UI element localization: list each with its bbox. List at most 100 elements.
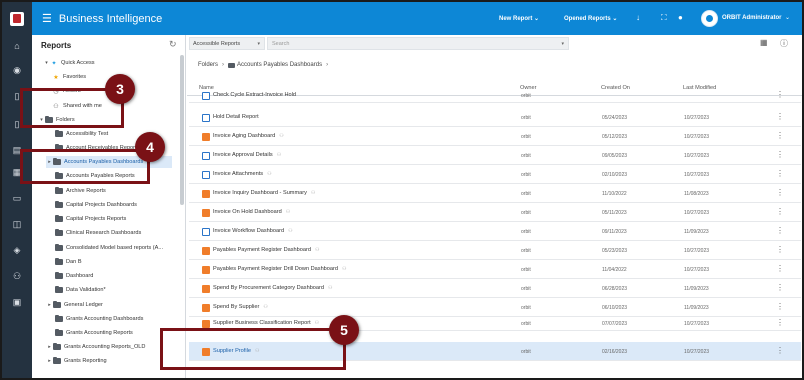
table-row[interactable]: Invoice On Hold Dashboard ⚇ orbit 05/11/2… <box>189 203 801 222</box>
dashboard-icon <box>202 133 210 141</box>
breadcrumb-current[interactable]: Accounts Payables Dashboards <box>237 62 322 68</box>
tree-item-folder[interactable]: Capital Projects Reports <box>55 213 182 225</box>
home-icon[interactable]: ⌂ <box>2 41 32 51</box>
row-owner: orbit <box>521 248 531 254</box>
caret-down-icon[interactable]: ▾ <box>43 60 50 66</box>
more-vert-icon[interactable]: ⋮ <box>776 90 784 99</box>
row-created: 02/10/2023 <box>602 172 628 178</box>
table-row[interactable]: Payables Payment Register Drill Down Das… <box>189 260 801 279</box>
bell-icon[interactable]: ● <box>678 13 683 22</box>
tree-item-folder[interactable]: Dan B <box>55 256 182 268</box>
more-vert-icon[interactable]: ⋮ <box>776 188 784 197</box>
tree-item-folder[interactable]: Data Validation* <box>55 284 182 296</box>
tree-item-label: Capital Projects Dashboards <box>66 202 137 208</box>
new-report-menu[interactable]: New Report ⌄ <box>499 15 539 22</box>
tree-item-folder[interactable]: ▸ General Ledger <box>46 299 182 311</box>
tree-item-folder[interactable]: Grants Accounting Dashboards <box>55 313 182 325</box>
users-icon[interactable]: ⚇ <box>2 271 32 282</box>
row-owner: orbit <box>521 134 531 140</box>
row-owner: orbit <box>521 191 531 197</box>
report-filter-select[interactable]: Accessible Reports ▾ <box>189 37 265 50</box>
report-icon[interactable]: ▣ <box>2 297 32 308</box>
more-vert-icon[interactable]: ⋮ <box>776 264 784 273</box>
layers-icon[interactable]: ◈ <box>2 245 32 256</box>
tree-item-folder[interactable]: Accessibility Test <box>55 128 182 140</box>
more-vert-icon[interactable]: ⋮ <box>776 302 784 311</box>
table-row[interactable]: Invoice Aging Dashboard ⚇ orbit 05/12/202… <box>189 127 801 146</box>
row-name[interactable]: Payables Payment Register Drill Down Das… <box>213 266 346 272</box>
row-name[interactable]: Invoice On Hold Dashboard ⚇ <box>213 209 290 215</box>
row-name[interactable]: Payables Payment Register Dashboard ⚇ <box>213 247 319 253</box>
tree-item-folder[interactable]: Consolidated Model based reports (A... <box>55 242 182 254</box>
row-name-text: Spend By Procurement Category Dashboard <box>213 285 325 291</box>
chevron-down-icon[interactable]: ⌄ <box>785 14 790 21</box>
row-created: 02/16/2023 <box>602 349 628 355</box>
folder-icon <box>55 229 63 236</box>
download-icon[interactable]: ↓ <box>636 13 640 22</box>
monitor-icon[interactable]: ▭ <box>2 193 32 204</box>
refresh-icon[interactable]: ↻ <box>169 39 177 50</box>
row-name[interactable]: Supplier Business Classification Report ⚇ <box>213 320 319 326</box>
caret-right-icon[interactable]: ▸ <box>46 344 53 350</box>
tree-scrollbar[interactable] <box>180 55 184 205</box>
row-name[interactable]: Hold Detail Report <box>213 114 259 120</box>
more-vert-icon[interactable]: ⋮ <box>776 226 784 235</box>
table-row[interactable]: Payables Payment Register Dashboard ⚇ orb… <box>189 241 801 260</box>
new-report-label: New Report <box>499 16 533 22</box>
more-vert-icon[interactable]: ⋮ <box>776 169 784 178</box>
row-name[interactable]: Invoice Aging Dashboard ⚇ <box>213 133 284 139</box>
row-name[interactable]: Invoice Approval Details ⚇ <box>213 152 281 158</box>
table-row[interactable]: Invoice Attachments ⚇ orbit 02/10/2023 10… <box>189 165 801 184</box>
logo[interactable] <box>10 11 24 26</box>
table-row[interactable]: Hold Detail Report orbit 05/24/2023 10/2… <box>189 108 801 127</box>
grid-view-icon[interactable]: ▦ <box>760 38 768 47</box>
tree-item-folder[interactable]: Archive Reports <box>55 185 182 197</box>
row-name[interactable]: Spend By Procurement Category Dashboard ⚇ <box>213 285 333 291</box>
chevron-down-icon: ▾ <box>561 41 564 47</box>
avatar[interactable] <box>701 10 718 27</box>
opened-reports-menu[interactable]: Opened Reports ⌄ <box>564 15 617 22</box>
user-name[interactable]: ORBIT Administrator <box>722 15 781 21</box>
compass-icon[interactable]: ◉ <box>2 65 32 76</box>
search-input[interactable]: Search ▾ <box>267 37 569 50</box>
row-modified: 11/09/2023 <box>684 286 709 292</box>
table-row[interactable]: Invoice Approval Details ⚇ orbit 09/05/20… <box>189 146 801 165</box>
tree-item-folder[interactable]: Dashboard <box>55 270 182 282</box>
breadcrumb-folders[interactable]: Folders <box>198 62 218 68</box>
row-name[interactable]: Spend By Supplier ⚇ <box>213 304 268 310</box>
caret-right-icon[interactable]: ▸ <box>46 358 53 364</box>
more-vert-icon[interactable]: ⋮ <box>776 245 784 254</box>
star-icon: ★ <box>53 74 59 81</box>
caret-right-icon[interactable]: ▸ <box>46 302 53 308</box>
table-row[interactable]: Spend By Supplier ⚇ orbit 06/10/2023 11/0… <box>189 298 801 317</box>
more-vert-icon[interactable]: ⋮ <box>776 318 784 327</box>
table-row[interactable]: Check Cycle Extract-Invoice Hold orbit ⋮ <box>189 90 801 103</box>
fullscreen-icon[interactable]: ⛶ <box>661 13 667 23</box>
more-vert-icon[interactable]: ⋮ <box>776 207 784 216</box>
row-name[interactable]: Invoice Attachments ⚇ <box>213 171 272 177</box>
row-name[interactable]: Invoice Inquiry Dashboard - Summary ⚇ <box>213 190 315 196</box>
report-icon <box>202 171 210 179</box>
table-row[interactable]: Spend By Procurement Category Dashboard ⚇… <box>189 279 801 298</box>
more-vert-icon[interactable]: ⋮ <box>776 283 784 292</box>
more-vert-icon[interactable]: ⋮ <box>776 150 784 159</box>
more-vert-icon[interactable]: ⋮ <box>776 112 784 121</box>
folder-icon <box>55 130 63 137</box>
table-row[interactable]: Invoice Inquiry Dashboard - Summary ⚇ orb… <box>189 184 801 203</box>
info-icon[interactable]: ⓘ <box>780 38 788 49</box>
menu-icon[interactable]: ☰ <box>42 12 52 25</box>
tree-item-quick-access[interactable]: ▾ ✦ Quick Access <box>43 57 183 69</box>
row-modified: 11/08/2023 <box>684 191 709 197</box>
tree-item-folder[interactable]: Clinical Research Dashboards <box>55 227 182 239</box>
table-row[interactable]: Invoice Workflow Dashboard ⚇ orbit 09/11/… <box>189 222 801 241</box>
row-name[interactable]: Check Cycle Extract-Invoice Hold <box>213 92 296 98</box>
row-modified: 10/27/2023 <box>684 248 710 254</box>
analytics-icon[interactable]: ◫ <box>2 219 32 230</box>
tree-item-label: Data Validation* <box>66 287 106 293</box>
row-name[interactable]: Invoice Workflow Dashboard ⚇ <box>213 228 293 234</box>
more-vert-icon[interactable]: ⋮ <box>776 346 784 355</box>
share-icon: ⚇ <box>276 152 282 158</box>
more-vert-icon[interactable]: ⋮ <box>776 131 784 140</box>
tree-item-folder[interactable]: Capital Projects Dashboards <box>55 199 182 211</box>
row-owner: orbit <box>521 267 531 273</box>
